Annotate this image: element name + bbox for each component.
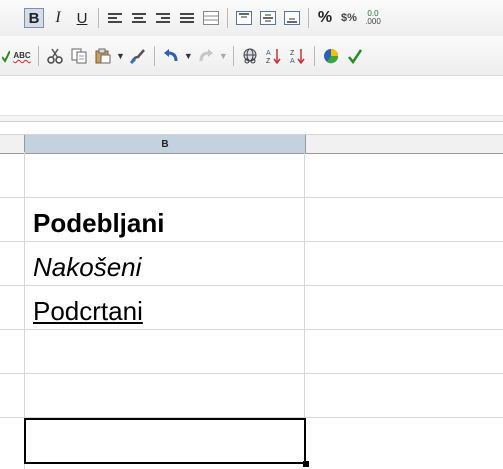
table-row: Podcrtani [0, 285, 503, 330]
toolbar-separator [308, 8, 309, 28]
copy-icon [71, 48, 87, 63]
align-center-icon [132, 11, 146, 25]
align-middle-icon [260, 11, 276, 25]
checkmark-icon [2, 50, 10, 63]
autospellcheck-icon: ABC [13, 51, 31, 60]
toolbar-separator [38, 45, 39, 66]
bold-icon: B [28, 9, 40, 27]
cell-b2-bold-text[interactable]: Podebljani [25, 197, 305, 241]
paste-dropdown-arrow[interactable]: ▼ [116, 51, 125, 61]
currency-icon: $% [341, 12, 357, 24]
show-draw-functions-button[interactable] [345, 46, 365, 66]
column-header-row: B [0, 134, 503, 154]
column-header-a[interactable] [0, 135, 25, 153]
percent-icon: % [317, 9, 333, 26]
table-row [0, 153, 503, 198]
align-bottom-icon [284, 11, 300, 25]
hyperlink-button[interactable] [240, 46, 260, 66]
toolbar-bottom-divider [0, 116, 503, 122]
fill-handle[interactable] [303, 461, 309, 467]
formula-bar-area [0, 77, 503, 116]
insert-chart-button[interactable] [321, 46, 341, 66]
align-left-icon [108, 11, 122, 25]
scissors-icon [47, 48, 63, 64]
redo-icon [199, 48, 213, 61]
hyperlink-globe-icon [243, 48, 257, 63]
pie-chart-icon [323, 48, 338, 63]
svg-text:Z: Z [266, 58, 271, 64]
underline-button[interactable]: U [72, 8, 92, 28]
svg-text:A: A [290, 58, 295, 64]
spellcheck-partial-button[interactable] [2, 46, 10, 66]
table-row [0, 373, 503, 418]
copy-button[interactable] [69, 46, 89, 66]
align-top-button[interactable] [234, 8, 254, 28]
clipboard-icon [95, 48, 111, 63]
bold-button[interactable]: B [24, 8, 44, 28]
cell-b5[interactable] [25, 329, 305, 373]
redo-dropdown-arrow[interactable]: ▼ [219, 51, 228, 61]
align-bottom-button[interactable] [282, 8, 302, 28]
align-center-button[interactable] [129, 8, 149, 28]
cell-b3-italic-text[interactable]: Nakošeni [25, 241, 305, 285]
standard-toolbar: ABC ▼ ▼ ▼ AZ ZA [0, 36, 503, 76]
toolbar-separator [232, 45, 234, 66]
align-right-button[interactable] [153, 8, 173, 28]
svg-text:A: A [266, 50, 271, 57]
table-row [0, 329, 503, 374]
selected-cell-b7[interactable] [24, 418, 306, 464]
format-paintbrush-button[interactable] [128, 46, 148, 66]
column-header-b[interactable]: B [25, 135, 306, 153]
sort-ascending-icon: AZ [266, 48, 281, 64]
svg-text:Z: Z [290, 50, 295, 57]
underline-icon: U [76, 9, 88, 27]
sort-descending-icon: ZA [290, 48, 305, 64]
toolbar-separator [313, 45, 315, 66]
paintbrush-icon [129, 48, 145, 64]
align-left-button[interactable] [105, 8, 125, 28]
add-decimal-icon: 0.0 .000 [365, 9, 381, 26]
autospellcheck-button[interactable]: ABC [12, 46, 32, 66]
justify-button[interactable] [177, 8, 197, 28]
percent-format-button[interactable]: % [315, 8, 335, 28]
italic-button[interactable]: I [48, 8, 68, 28]
undo-dropdown-arrow[interactable]: ▼ [184, 51, 193, 61]
align-top-icon [236, 11, 252, 25]
cell-b4-underlined-text[interactable]: Podcrtani [25, 285, 305, 329]
toolbar-separator [153, 45, 155, 66]
sort-descending-button[interactable]: ZA [288, 46, 308, 66]
align-right-icon [156, 11, 170, 25]
justify-icon [180, 11, 194, 25]
italic-icon: I [55, 9, 61, 26]
currency-format-button[interactable]: $% [339, 8, 359, 28]
toolbar-separator [227, 8, 228, 28]
cell-b6[interactable] [25, 373, 305, 417]
undo-icon [163, 48, 178, 61]
table-row: Nakošeni [0, 241, 503, 286]
paste-button[interactable] [93, 46, 113, 66]
toolbar-separator [98, 8, 99, 28]
align-middle-button[interactable] [258, 8, 278, 28]
merge-cells-button[interactable] [201, 8, 221, 28]
draw-functions-icon [347, 48, 362, 64]
cell-b1[interactable] [25, 153, 305, 197]
sort-ascending-button[interactable]: AZ [264, 46, 284, 66]
table-row: Podebljani [0, 197, 503, 242]
undo-button[interactable] [161, 46, 181, 66]
cut-button[interactable] [45, 46, 65, 66]
redo-button[interactable] [196, 46, 216, 66]
formatting-toolbar: B I U % $% 0.0 .000 [0, 0, 503, 36]
add-decimal-button[interactable]: 0.0 .000 [363, 8, 383, 28]
merge-cells-icon [203, 11, 219, 25]
